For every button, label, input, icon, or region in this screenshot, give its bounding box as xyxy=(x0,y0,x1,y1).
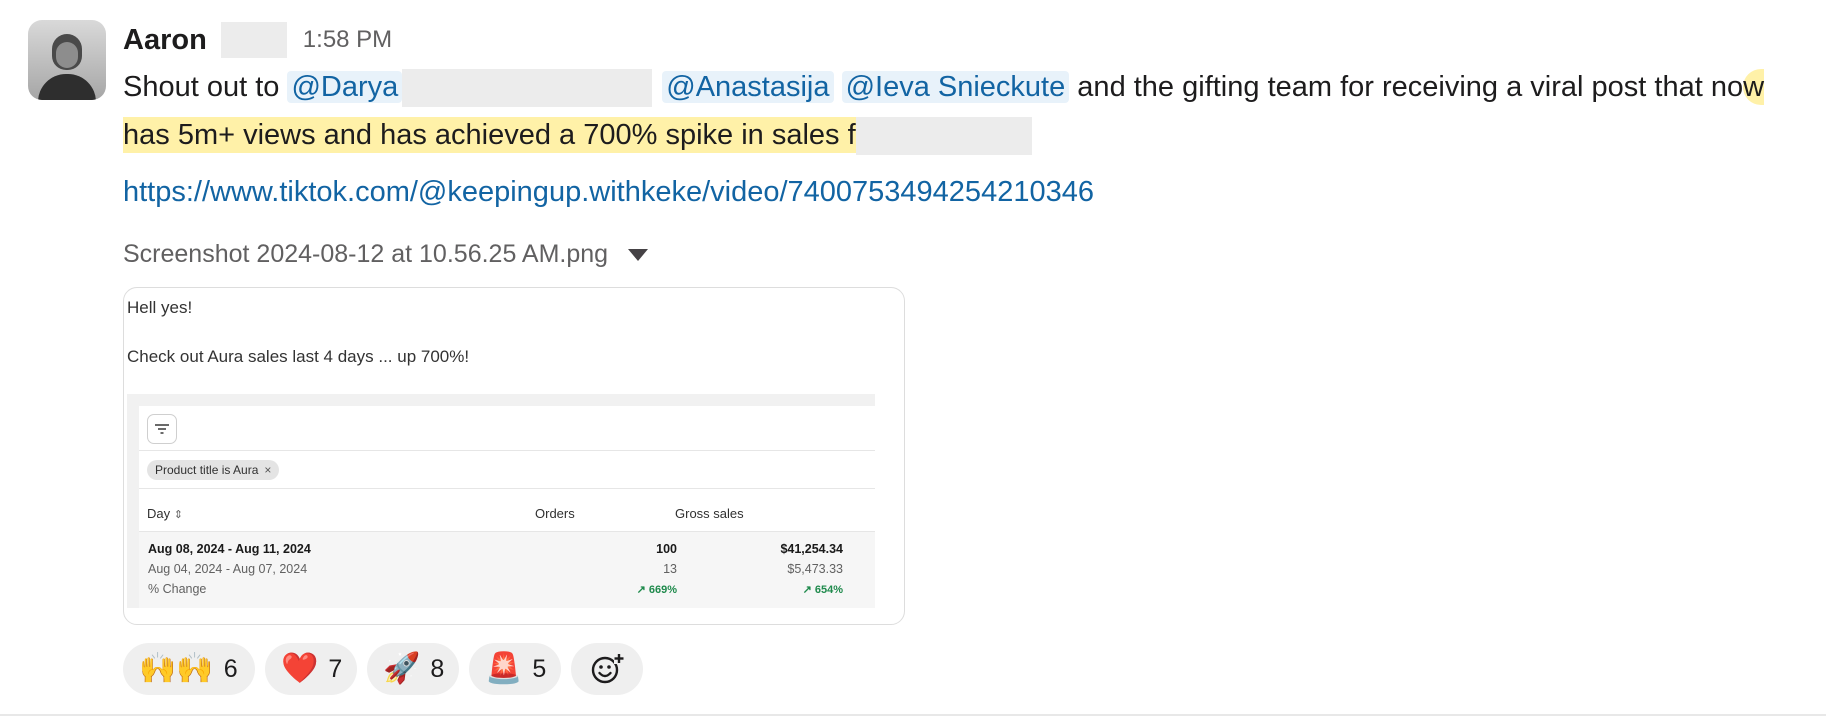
reactions-bar: 🙌🙌 6 ❤️ 7 🚀 8 🚨 5 xyxy=(123,643,643,697)
message-header: Aaron 1:58 PM xyxy=(123,20,392,60)
image-attachment[interactable]: Hell yes! Check out Aura sales last 4 da… xyxy=(123,287,905,625)
heart-icon: ❤️ xyxy=(281,651,319,686)
reaction-raised-hands[interactable]: 🙌🙌 6 xyxy=(123,643,255,695)
reaction-count: 6 xyxy=(223,654,238,683)
raised-hands-icon: 🙌🙌 xyxy=(139,651,214,686)
sort-icon: ⇕ xyxy=(173,509,183,521)
reaction-siren[interactable]: 🚨 5 xyxy=(469,643,561,695)
divider xyxy=(139,450,875,451)
message: Aaron 1:58 PM Shout out to @Darya @Anasta… xyxy=(0,0,1826,718)
row-day: % Change xyxy=(148,582,207,596)
timestamp[interactable]: 1:58 PM xyxy=(303,26,392,54)
mention-darya[interactable]: @Darya xyxy=(287,71,403,103)
close-icon: × xyxy=(264,463,272,477)
reaction-count: 7 xyxy=(328,654,343,683)
row-day: Aug 04, 2024 - Aug 07, 2024 xyxy=(148,562,308,576)
reaction-count: 5 xyxy=(532,654,547,683)
file-name[interactable]: Screenshot 2024-08-12 at 10.56.25 AM.png xyxy=(123,240,608,269)
column-header-orders: Orders xyxy=(535,506,575,521)
reaction-heart[interactable]: ❤️ 7 xyxy=(265,643,357,695)
mention-anastasija[interactable]: @Anastasija xyxy=(662,71,834,103)
message-text: Shout out to @Darya @Anastasija @Ieva Sni… xyxy=(123,63,1813,159)
reaction-count: 8 xyxy=(430,654,445,683)
screenshot-line-1: Hell yes! xyxy=(127,298,193,317)
row-orders: 100 xyxy=(656,542,677,556)
text-middle: and the gifting team for receiving a vir… xyxy=(1069,71,1744,103)
change-gross: ↗ 654% xyxy=(802,584,843,596)
filter-chip: Product title is Aura × xyxy=(147,460,280,480)
redacted-surname xyxy=(402,69,653,108)
rocket-icon: 🚀 xyxy=(383,651,421,686)
file-title-row: Screenshot 2024-08-12 at 10.56.25 AM.png xyxy=(123,236,649,272)
add-reaction-button[interactable] xyxy=(571,643,643,695)
column-header-day: Day ⇕ xyxy=(147,506,183,521)
row-gross: $5,473.33 xyxy=(787,562,843,576)
row-orders: 13 xyxy=(663,562,677,576)
divider xyxy=(0,714,1826,716)
avatar[interactable] xyxy=(28,20,106,100)
change-orders: ↗ 669% xyxy=(636,584,677,596)
mention-ieva[interactable]: @Ieva Snieckute xyxy=(841,71,1070,103)
reaction-rocket[interactable]: 🚀 8 xyxy=(367,643,459,695)
filter-icon xyxy=(147,414,177,444)
tiktok-link[interactable]: https://www.tiktok.com/@keepingup.withke… xyxy=(123,176,1094,209)
filter-chip-label: Product title is Aura xyxy=(155,463,259,477)
row-day: Aug 08, 2024 - Aug 11, 2024 xyxy=(148,542,311,556)
screenshot-line-2: Check out Aura sales last 4 days ... up … xyxy=(127,347,470,366)
column-header-gross-sales: Gross sales xyxy=(675,506,744,521)
sales-report-panel: Product title is Aura × Day ⇕ Orders Gro… xyxy=(127,394,875,608)
table-rows: Aug 08, 2024 - Aug 11, 2024 100 $41,254.… xyxy=(139,532,875,608)
redacted-surname xyxy=(220,22,287,58)
divider xyxy=(139,488,875,489)
siren-icon: 🚨 xyxy=(485,651,523,686)
row-gross: $41,254.34 xyxy=(780,542,843,556)
sales-report-card: Product title is Aura × Day ⇕ Orders Gro… xyxy=(139,406,875,608)
text-prefix: Shout out to xyxy=(123,71,288,103)
caret-down-icon[interactable] xyxy=(628,249,649,261)
redacted-text xyxy=(855,117,1032,156)
author-name[interactable]: Aaron xyxy=(123,24,207,57)
add-reaction-icon xyxy=(591,654,624,684)
